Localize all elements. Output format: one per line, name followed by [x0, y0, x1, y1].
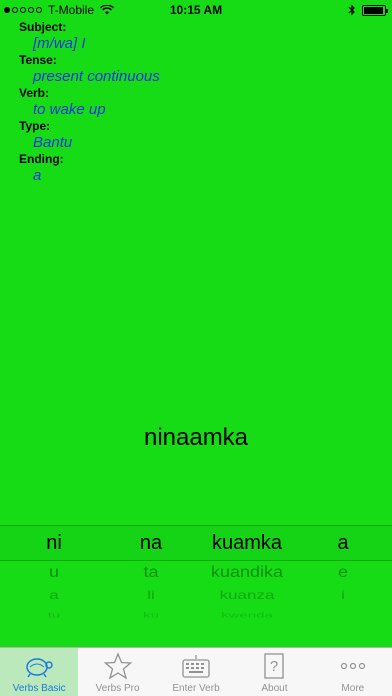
verb-label: Verb: [19, 86, 50, 100]
picker-item[interactable]: ta [102, 563, 200, 583]
status-right [348, 4, 388, 16]
conjugated-verb: ninaamka [143, 424, 249, 451]
verb-info: Subject: [m/wa] I Tense: present continu… [19, 20, 379, 185]
picker-column-subject[interactable]: ni u a tu [5, 520, 103, 625]
picker-column-ending[interactable]: a e i [294, 520, 392, 625]
ending-label: Ending: [19, 152, 64, 166]
tab-enter-verb[interactable]: Enter Verb [157, 648, 235, 696]
picker-item[interactable]: i [294, 588, 392, 603]
picker-item[interactable]: li [102, 588, 200, 603]
info-row-ending: Ending: a [19, 152, 379, 185]
bluetooth-icon [348, 4, 355, 16]
picker-item[interactable]: ku [102, 611, 200, 621]
verb-value: to wake up [33, 101, 106, 118]
info-row-subject: Subject: [m/wa] I [19, 20, 379, 53]
picker-item[interactable]: a [5, 588, 103, 603]
tab-label: Verbs Basic [12, 683, 66, 694]
type-value: Bantu [33, 134, 73, 151]
picker-item-selected[interactable]: ni [5, 525, 103, 561]
picker-item-selected[interactable]: kuamka [197, 525, 297, 561]
picker-item[interactable]: u [5, 563, 103, 583]
tab-bar: Verbs Basic Verbs Pro Enter Verb ? About… [0, 647, 392, 696]
subject-label: Subject: [19, 20, 67, 34]
star-icon [103, 651, 133, 681]
info-row-type: Type: Bantu [19, 119, 379, 152]
tab-label: Enter Verb [172, 683, 220, 694]
tab-label: Verbs Pro [95, 683, 140, 694]
svg-text:?: ? [270, 658, 278, 675]
subject-value: [m/wa] I [33, 35, 86, 52]
conjugation-picker[interactable]: ni u a tu na ta li ku kuamka kuandika ku… [0, 520, 392, 628]
tab-label: More [341, 683, 365, 694]
picker-column-tense[interactable]: na ta li ku [102, 520, 200, 625]
battery-icon [362, 4, 388, 16]
status-time: 10:15 AM [169, 3, 223, 17]
question-book-icon: ? [259, 651, 289, 681]
picker-item-selected[interactable]: a [294, 525, 392, 561]
tab-about[interactable]: ? About [235, 648, 313, 696]
info-row-verb: Verb: to wake up [19, 86, 379, 119]
picker-item[interactable]: tu [5, 611, 103, 621]
picker-item[interactable]: e [294, 563, 392, 583]
tab-more[interactable]: More [314, 648, 392, 696]
picker-item[interactable]: kwenda [197, 611, 297, 621]
keyboard-icon [181, 651, 211, 681]
battery-level [364, 6, 383, 14]
type-label: Type: [19, 119, 51, 133]
picker-item[interactable] [294, 612, 392, 621]
tab-verbs-pro[interactable]: Verbs Pro [78, 648, 156, 696]
picker-column-verb[interactable]: kuamka kuandika kuanza kwenda [197, 520, 297, 625]
picker-item-selected[interactable]: na [102, 525, 200, 561]
status-bar: T-Mobile 10:15 AM [0, 0, 392, 20]
tab-verbs-basic[interactable]: Verbs Basic [0, 648, 79, 696]
tab-label: About [261, 683, 288, 694]
ending-value: a [33, 167, 42, 184]
tense-label: Tense: [19, 53, 57, 67]
more-dots-icon [338, 651, 368, 681]
picker-item[interactable]: kuanza [197, 588, 297, 603]
tense-value: present continuous [33, 68, 160, 85]
turtle-icon [24, 651, 54, 681]
picker-item[interactable]: kuandika [197, 563, 297, 583]
info-row-tense: Tense: present continuous [19, 53, 379, 86]
